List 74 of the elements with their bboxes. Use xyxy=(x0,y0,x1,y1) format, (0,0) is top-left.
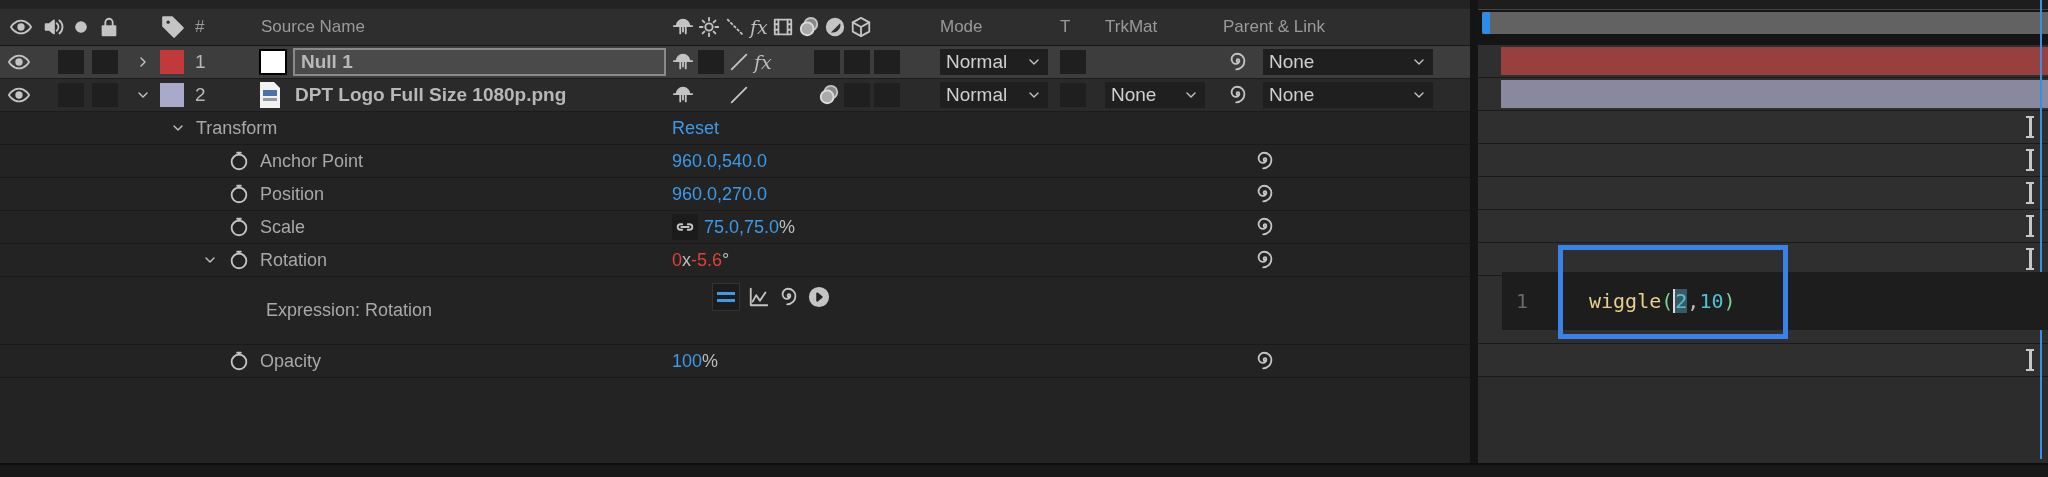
layer-number: 2 xyxy=(195,84,206,106)
mode-dropdown[interactable]: Normal xyxy=(940,49,1048,75)
expression-editor[interactable]: 1 wiggle(2,10) xyxy=(1502,245,2048,339)
column-header[interactable]: TrkMat xyxy=(1105,17,1158,37)
time-indicator[interactable] xyxy=(2040,0,2042,460)
parent-dropdown[interactable]: None xyxy=(1263,82,1433,108)
play-icon[interactable] xyxy=(808,286,830,308)
property-value[interactable]: 0x-5.6° xyxy=(672,249,730,271)
cube-icon[interactable] xyxy=(849,16,872,38)
equals-icon xyxy=(717,290,735,304)
null-layer-icon xyxy=(259,49,287,75)
motion-blur-icon[interactable] xyxy=(818,84,840,106)
keyframe-marker[interactable] xyxy=(2026,215,2034,237)
property-value[interactable]: 100% xyxy=(672,350,719,372)
slash-icon[interactable] xyxy=(728,84,750,106)
layer-name[interactable]: Null 1 xyxy=(293,48,666,76)
column-header[interactable]: Source Name xyxy=(261,17,365,37)
column-header[interactable]: T xyxy=(1060,17,1071,37)
label-swatch[interactable] xyxy=(160,83,184,107)
track-matte-dropdown[interactable]: None xyxy=(1105,82,1205,108)
property-name[interactable]: Anchor Point xyxy=(260,150,364,172)
layer-row[interactable]: 2 DPT Logo Full Size 1080p.png Normal None None xyxy=(0,79,1470,112)
column-header[interactable]: # xyxy=(195,17,205,37)
switch-box[interactable] xyxy=(58,50,84,74)
sun-icon[interactable] xyxy=(698,16,720,38)
line-number: 1 xyxy=(1515,289,1530,313)
code-line[interactable]: wiggle(2,10) xyxy=(1589,289,1736,313)
stopwatch-icon[interactable] xyxy=(228,183,250,205)
parent-dropdown[interactable]: None xyxy=(1263,49,1433,75)
property-value[interactable]: 960.0,270.0 xyxy=(672,183,768,205)
stopwatch-icon[interactable] xyxy=(228,216,250,238)
column-header[interactable]: Parent & Link xyxy=(1223,17,1326,37)
property-value[interactable]: 960.0,540.0 xyxy=(672,150,768,172)
property-name[interactable]: Opacity xyxy=(260,350,322,372)
slash-icon[interactable] xyxy=(728,51,750,73)
fx-label[interactable]: fx xyxy=(750,16,768,38)
film-icon[interactable] xyxy=(771,16,794,38)
half-circle-icon[interactable] xyxy=(823,16,846,38)
property-value[interactable]: 75.0,75.0% xyxy=(704,216,796,238)
keyframe-marker[interactable] xyxy=(2026,116,2034,138)
column-header[interactable]: Mode xyxy=(940,17,983,37)
expression-label: Expression: Rotation xyxy=(266,300,433,321)
dotted-slash-icon[interactable] xyxy=(724,16,746,38)
stopwatch-icon[interactable] xyxy=(228,150,250,172)
keyframe-marker[interactable] xyxy=(2026,149,2034,171)
mode-dropdown[interactable]: Normal xyxy=(940,82,1048,108)
stopwatch-icon[interactable] xyxy=(228,350,250,372)
keyframe-marker[interactable] xyxy=(2026,248,2034,270)
switch-box[interactable] xyxy=(813,50,840,74)
image-file-icon xyxy=(259,81,281,109)
switch-box[interactable] xyxy=(92,50,118,74)
motion-blur-icon[interactable] xyxy=(797,16,820,38)
tag-icon[interactable] xyxy=(160,14,186,40)
graph-icon[interactable] xyxy=(748,286,770,308)
stopwatch-icon[interactable] xyxy=(228,249,250,271)
keyframe-marker[interactable] xyxy=(2026,349,2034,371)
keyframe-marker[interactable] xyxy=(2026,182,2034,204)
layer-number: 1 xyxy=(195,51,206,73)
switch-box[interactable] xyxy=(873,50,900,74)
fx-label[interactable]: fx xyxy=(754,51,772,73)
layer-row[interactable]: 1 Null 1 fx Normal None xyxy=(0,46,1470,79)
property-name[interactable]: Rotation xyxy=(260,249,328,271)
label-swatch[interactable] xyxy=(160,50,184,74)
group-name[interactable]: Transform xyxy=(196,117,278,139)
switch-box[interactable] xyxy=(1060,50,1086,74)
property-name[interactable]: Position xyxy=(260,183,325,205)
switch-box[interactable] xyxy=(698,50,724,74)
reset-link[interactable]: Reset xyxy=(672,117,720,138)
solo-dot-icon[interactable] xyxy=(74,20,88,34)
switch-box[interactable] xyxy=(843,50,870,74)
property-name[interactable]: Scale xyxy=(260,216,306,238)
equals-toggle[interactable] xyxy=(712,283,740,311)
work-area-handle[interactable] xyxy=(1482,12,1490,34)
layer-name[interactable]: DPT Logo Full Size 1080p.png xyxy=(287,81,666,109)
